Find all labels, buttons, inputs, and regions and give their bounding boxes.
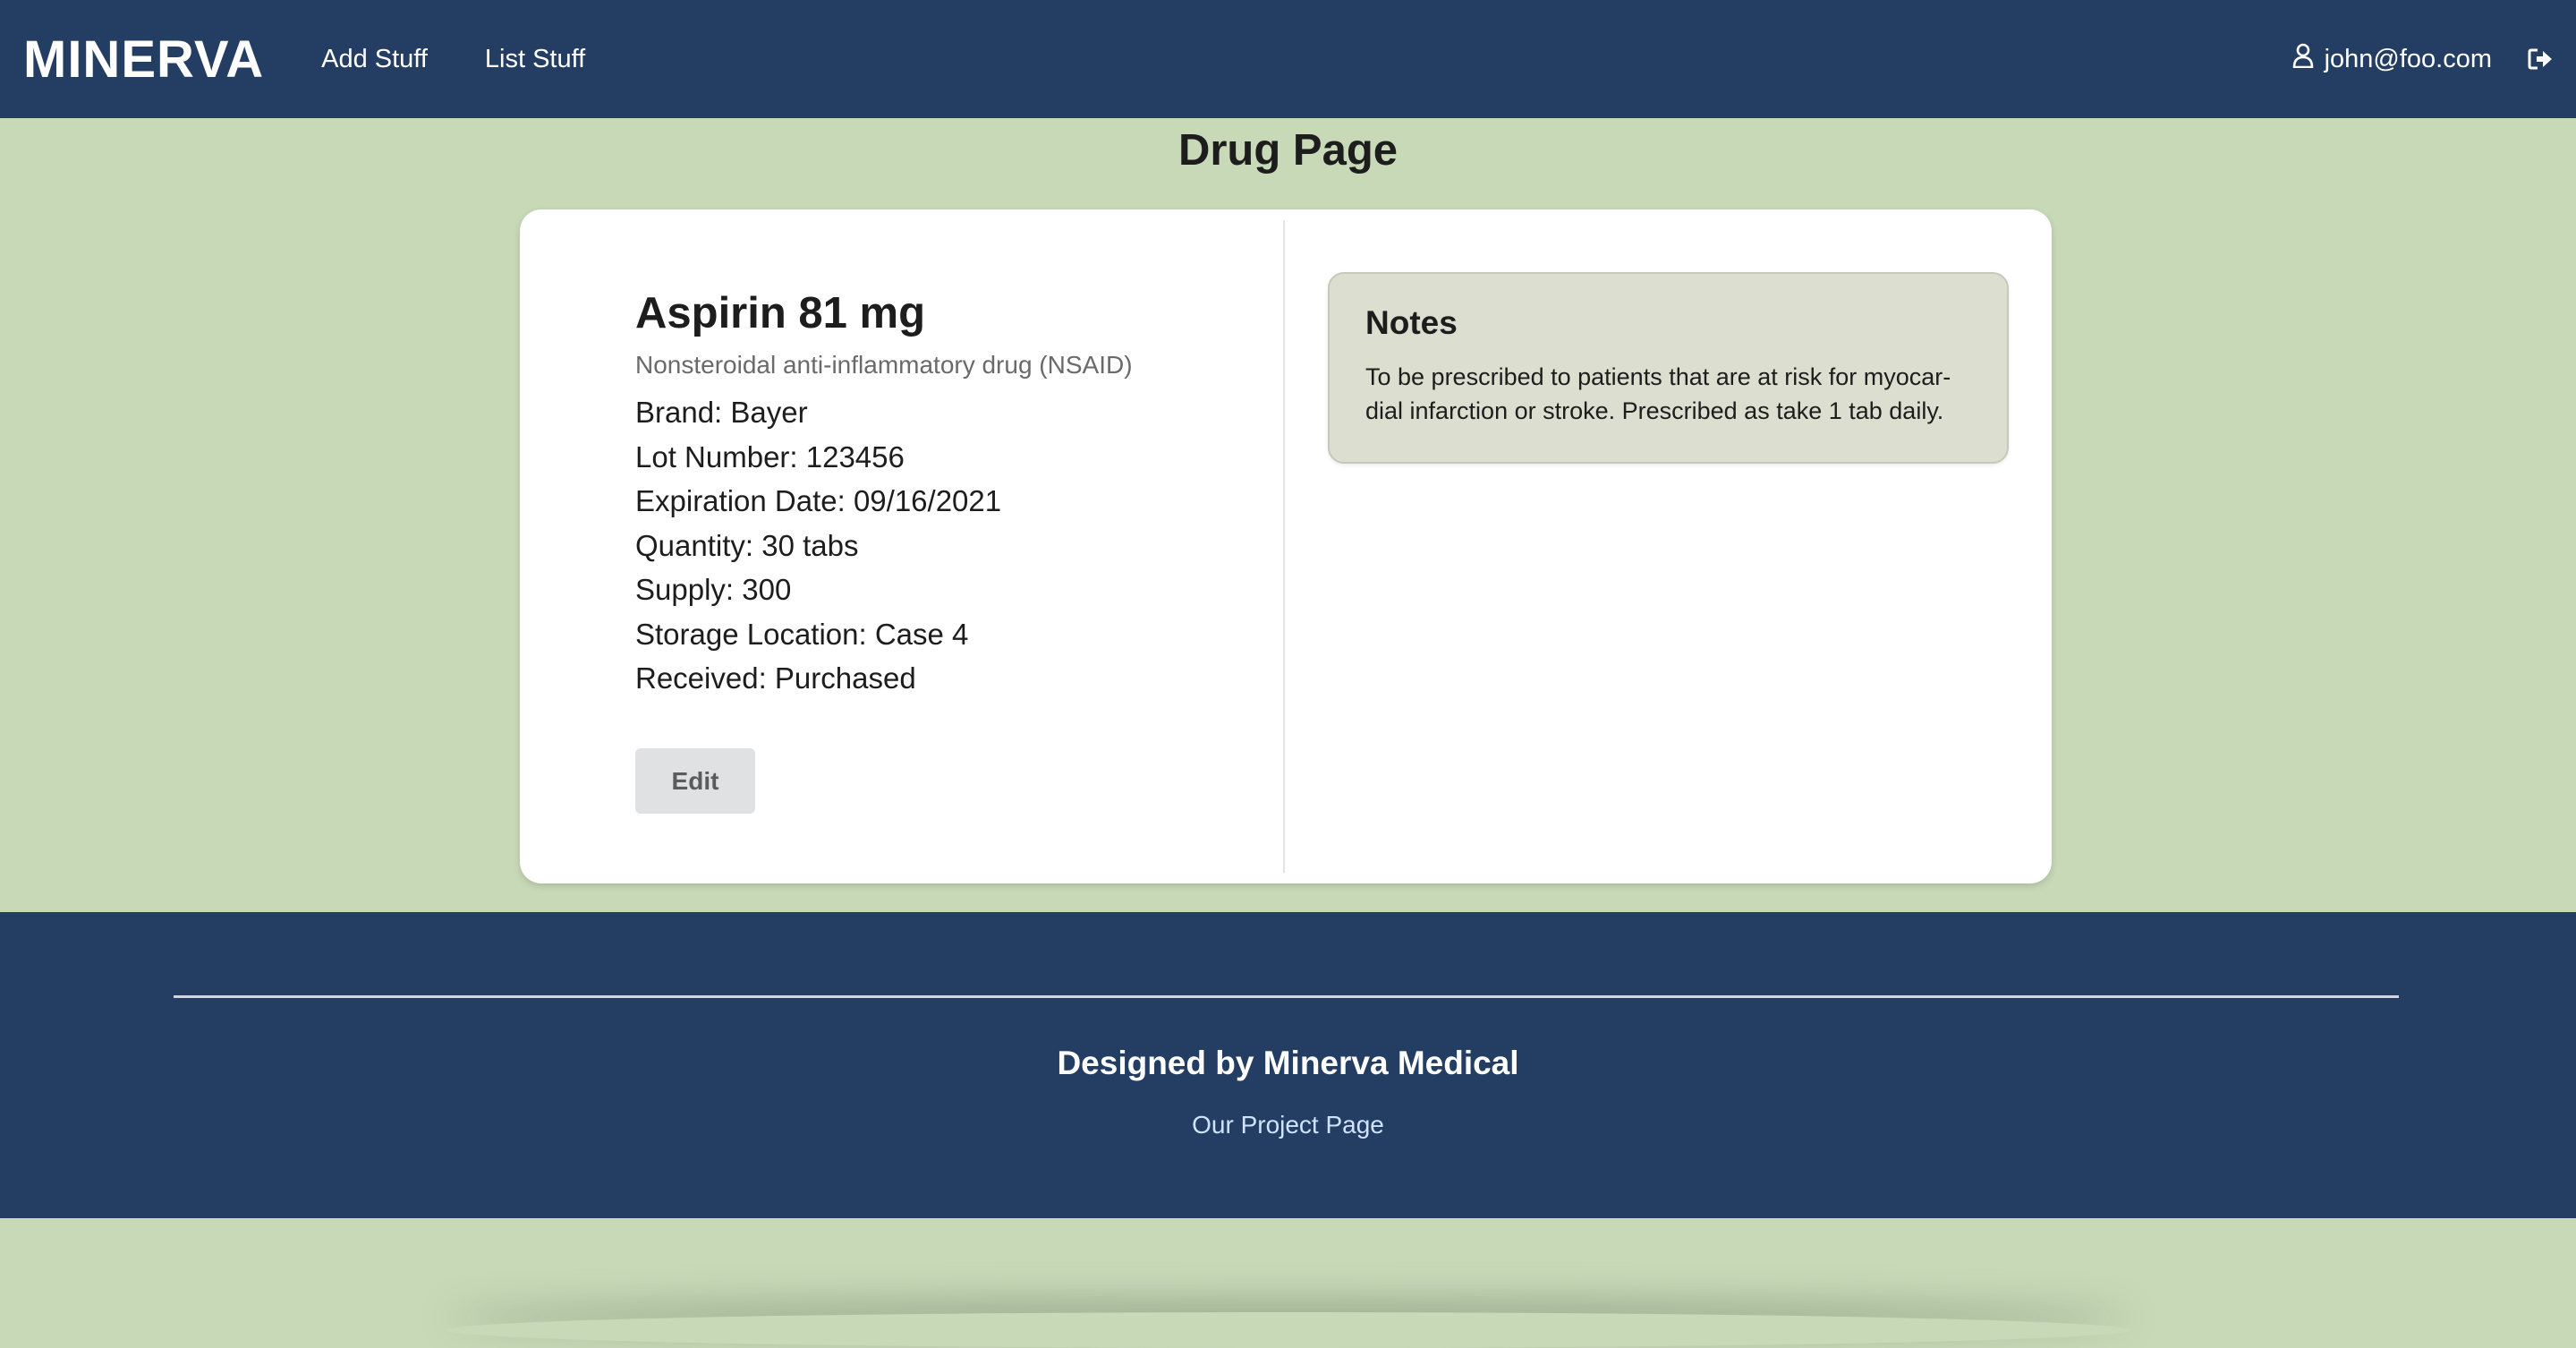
user-menu[interactable]: john@foo.com — [2292, 43, 2492, 75]
sign-out-icon[interactable] — [2528, 47, 2553, 71]
brand-logo[interactable]: MINERVA — [23, 30, 264, 90]
top-navbar: MINERVA Add Stuff List Stuff john@foo.co… — [0, 0, 2576, 118]
detail-quantity: Quantity: 30 tabs — [635, 528, 859, 562]
detail-lot-number: Lot Number: 123456 — [635, 439, 905, 474]
drug-name: Aspirin 81 mg — [635, 289, 926, 337]
notes-column: Notes To be prescribed to patients that … — [1285, 220, 2052, 873]
bottom-shadow — [447, 1312, 2130, 1348]
nav-link-list-stuff[interactable]: List Stuff — [485, 45, 585, 74]
edit-button[interactable]: Edit — [635, 748, 755, 814]
user-email: john@foo.com — [2324, 44, 2492, 73]
drug-card: Aspirin 81 mg Nonsteroidal anti-inflamma… — [520, 209, 2052, 883]
notes-panel: Notes To be prescribed to patients that … — [1328, 272, 2009, 464]
project-page-link[interactable]: Our Project Page — [0, 1111, 2576, 1139]
detail-received: Received: Purchased — [635, 661, 916, 695]
footer: Designed by Minerva Medical Our Project … — [0, 912, 2576, 1218]
footer-title: Designed by Minerva Medical — [1057, 1045, 1519, 1081]
navbar-right: john@foo.com — [2292, 43, 2553, 75]
drug-info-column: Aspirin 81 mg Nonsteroidal anti-inflamma… — [520, 220, 1285, 873]
notes-title: Notes — [1365, 304, 1458, 341]
notes-text: To be prescribed to patients that are at… — [1365, 363, 1951, 424]
detail-expiration-date: Expiration Date: 09/16/2021 — [635, 484, 1002, 517]
page-title: Drug Page — [1177, 126, 1399, 175]
detail-brand: Brand: Bayer — [635, 396, 808, 429]
detail-storage-location: Storage Location: Case 4 — [635, 617, 969, 651]
footer-divider — [174, 995, 2399, 998]
detail-supply: Supply: 300 — [635, 573, 792, 606]
nav-link-add-stuff[interactable]: Add Stuff — [321, 45, 428, 74]
user-icon — [2292, 43, 2325, 75]
drug-category: Nonsteroidal anti-inflammatory drug (NSA… — [635, 351, 1133, 379]
